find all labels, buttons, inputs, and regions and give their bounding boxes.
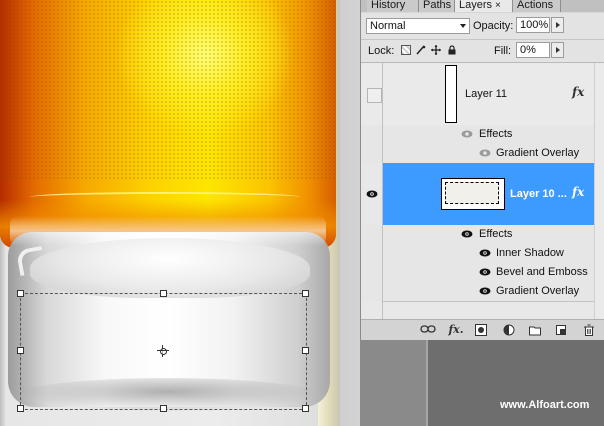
new-group-icon[interactable]	[529, 324, 541, 336]
transform-handle-bottom[interactable]	[160, 405, 167, 412]
eye-icon[interactable]	[479, 268, 491, 276]
tab-paths[interactable]: Paths	[419, 0, 455, 12]
visibility-column	[361, 144, 383, 163]
layer-thumbnail	[445, 65, 457, 123]
layer-thumbnail	[441, 178, 505, 210]
layers-scrollbar[interactable]	[594, 63, 604, 319]
adjustment-layer-icon[interactable]	[503, 324, 515, 336]
visibility-column	[361, 244, 383, 263]
effect-label: Gradient Overlay	[496, 147, 580, 159]
workspace-dark-area	[428, 340, 604, 426]
eye-icon[interactable]	[461, 130, 473, 138]
lock-label: Lock:	[368, 45, 395, 57]
link-layers-icon[interactable]	[420, 324, 436, 336]
glass-cup-top	[30, 238, 310, 298]
visibility-column	[361, 282, 383, 301]
effect-label: Inner Shadow	[496, 247, 564, 259]
layers-list: Layer 11 fx Effects Gradient Overlay Lay…	[361, 63, 604, 319]
effects-label: Effects	[479, 128, 513, 140]
transform-handle-bottom-right[interactable]	[302, 405, 309, 412]
visibility-toggle-empty[interactable]	[367, 88, 382, 103]
liquid-highlight	[30, 192, 300, 202]
effect-row[interactable]: Gradient Overlay	[361, 144, 604, 163]
lock-position-icon[interactable]	[431, 45, 441, 55]
effect-row[interactable]: Inner Shadow	[361, 244, 604, 263]
eye-icon[interactable]	[366, 190, 378, 198]
effects-label: Effects	[479, 228, 513, 240]
transform-handle-right[interactable]	[302, 347, 309, 354]
transform-handle-top[interactable]	[160, 290, 167, 297]
lock-all-icon[interactable]	[447, 45, 457, 55]
eye-icon[interactable]	[479, 249, 491, 257]
row-divider	[383, 301, 595, 302]
panel-tabs: History Paths Layers × Actions	[361, 0, 604, 12]
transform-handle-bottom-left[interactable]	[17, 405, 24, 412]
liquid-noise-texture	[0, 0, 336, 180]
effect-label: Gradient Overlay	[496, 285, 580, 297]
layer-row-layer-10[interactable]: Layer 10 ... fx	[361, 163, 604, 225]
chevron-down-icon	[460, 24, 466, 28]
effect-row[interactable]: Bevel and Emboss	[361, 263, 604, 282]
fill-label: Fill:	[494, 45, 512, 57]
blend-options-row: Normal Opacity: 100%	[361, 13, 604, 40]
opacity-input[interactable]: 100%	[516, 17, 550, 33]
layer-thumbnail-content	[445, 182, 499, 204]
fill-input[interactable]: 0%	[516, 42, 550, 58]
add-mask-icon[interactable]	[475, 324, 487, 336]
lock-row: Lock: Fill: 0%	[361, 40, 604, 63]
visibility-column	[361, 163, 383, 225]
opacity-slider-button[interactable]	[551, 17, 564, 33]
layer-name: Layer 11	[465, 88, 507, 100]
fx-icon[interactable]: fx	[572, 85, 584, 99]
watermark-text: www.Alfoart.com	[500, 399, 590, 411]
layers-bottom-toolbar: fx.	[361, 319, 604, 340]
fill-slider-button[interactable]	[551, 42, 564, 58]
effect-label: Bevel and Emboss	[496, 266, 588, 278]
trash-icon[interactable]	[583, 324, 595, 336]
document-canvas[interactable]	[0, 0, 360, 426]
transform-pivot-point[interactable]	[157, 345, 169, 357]
tab-actions[interactable]: Actions	[513, 0, 561, 12]
effects-row[interactable]: Effects	[361, 225, 604, 244]
blend-mode-select[interactable]: Normal	[366, 18, 470, 34]
eye-icon[interactable]	[479, 149, 491, 157]
new-layer-icon[interactable]	[555, 324, 567, 336]
layer-name: Layer 10 ...	[510, 188, 567, 200]
visibility-column	[361, 225, 383, 244]
transform-handle-left[interactable]	[17, 347, 24, 354]
transform-handle-top-right[interactable]	[302, 290, 309, 297]
lock-image-icon[interactable]	[416, 45, 426, 55]
effects-row[interactable]: Effects	[361, 125, 604, 144]
fx-icon[interactable]: fx	[572, 185, 584, 199]
layers-panel: History Paths Layers × Actions Normal Opa…	[360, 0, 604, 340]
effect-row[interactable]: Gradient Overlay	[361, 282, 604, 301]
opacity-label: Opacity:	[473, 20, 514, 32]
transform-handle-top-left[interactable]	[17, 290, 24, 297]
eye-icon[interactable]	[461, 230, 473, 238]
add-style-icon[interactable]: fx.	[448, 324, 464, 336]
tab-layers[interactable]: Layers ×	[455, 0, 513, 12]
visibility-column	[361, 263, 383, 282]
eye-icon[interactable]	[479, 287, 491, 295]
lock-transparent-icon[interactable]	[401, 45, 411, 55]
tab-history[interactable]: History	[367, 0, 419, 12]
layer-row-layer-11[interactable]: Layer 11 fx	[361, 63, 604, 125]
close-icon[interactable]: ×	[495, 0, 501, 11]
canvas-background	[338, 0, 360, 426]
visibility-column	[361, 301, 383, 319]
visibility-column	[361, 125, 383, 144]
